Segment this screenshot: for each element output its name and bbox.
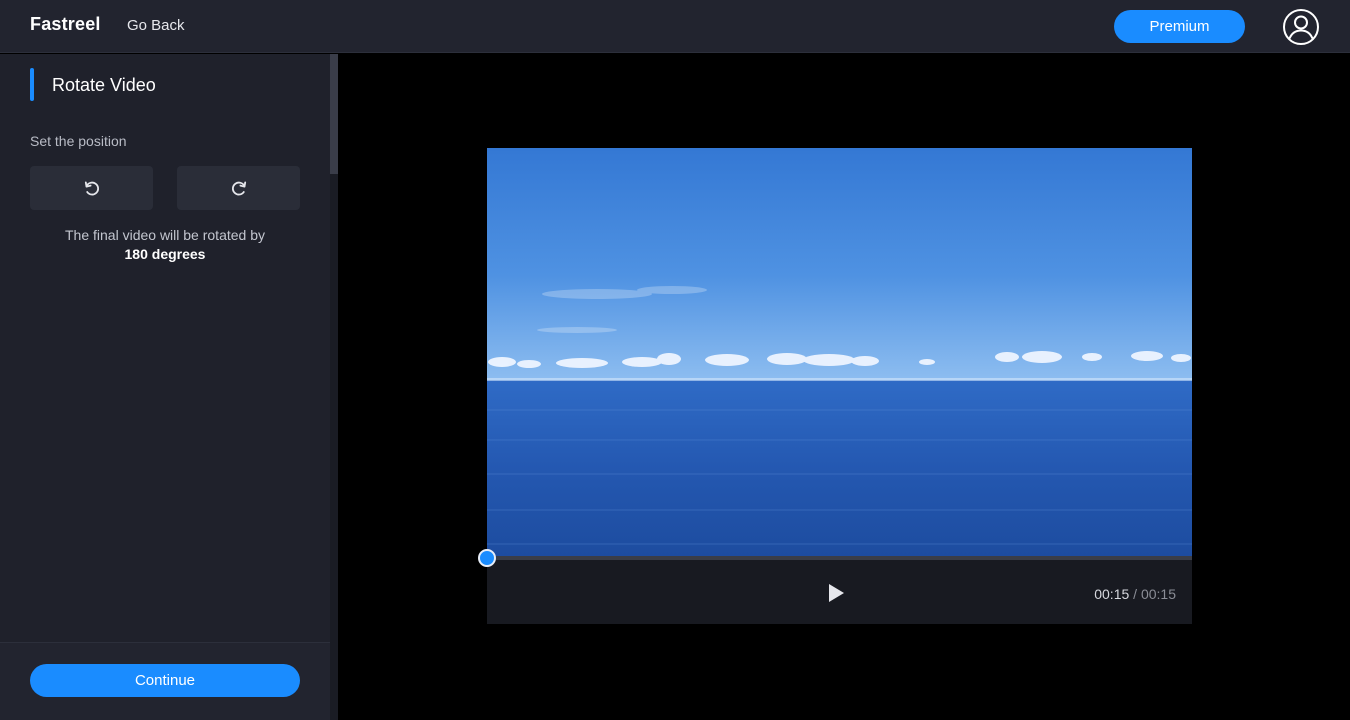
- position-label: Set the position: [30, 133, 127, 149]
- rotate-right-button[interactable]: [177, 166, 300, 210]
- rotate-cw-icon: [231, 181, 246, 196]
- progress-knob[interactable]: [478, 549, 496, 567]
- user-circle-icon[interactable]: [1282, 8, 1320, 46]
- progress-track[interactable]: [487, 556, 1192, 560]
- video-thumbnail: [487, 148, 1192, 558]
- continue-button[interactable]: Continue: [30, 664, 300, 697]
- duration: 00:15: [1140, 586, 1176, 602]
- video-frame[interactable]: [487, 148, 1192, 558]
- time-separator: /: [1129, 586, 1141, 602]
- rotation-info-text: The final video will be rotated by: [65, 227, 265, 243]
- rotation-value: 180 degrees: [124, 246, 206, 262]
- app-logo[interactable]: Fastreel: [30, 14, 101, 35]
- time-display: 00:15 / 00:15: [1094, 586, 1176, 602]
- go-back-link[interactable]: Go Back: [127, 17, 185, 34]
- current-time: 00:15: [1094, 586, 1130, 602]
- top-bar: Fastreel Go Back Premium: [0, 0, 1350, 53]
- rotate-left-button[interactable]: [30, 166, 153, 210]
- section-title: Rotate Video: [52, 75, 156, 95]
- panel-scrollbar-thumb[interactable]: [330, 54, 338, 174]
- play-icon[interactable]: [824, 581, 848, 605]
- section-accent-bar: [30, 68, 34, 101]
- rotate-ccw-icon: [84, 181, 99, 196]
- premium-button[interactable]: Premium: [1114, 10, 1245, 43]
